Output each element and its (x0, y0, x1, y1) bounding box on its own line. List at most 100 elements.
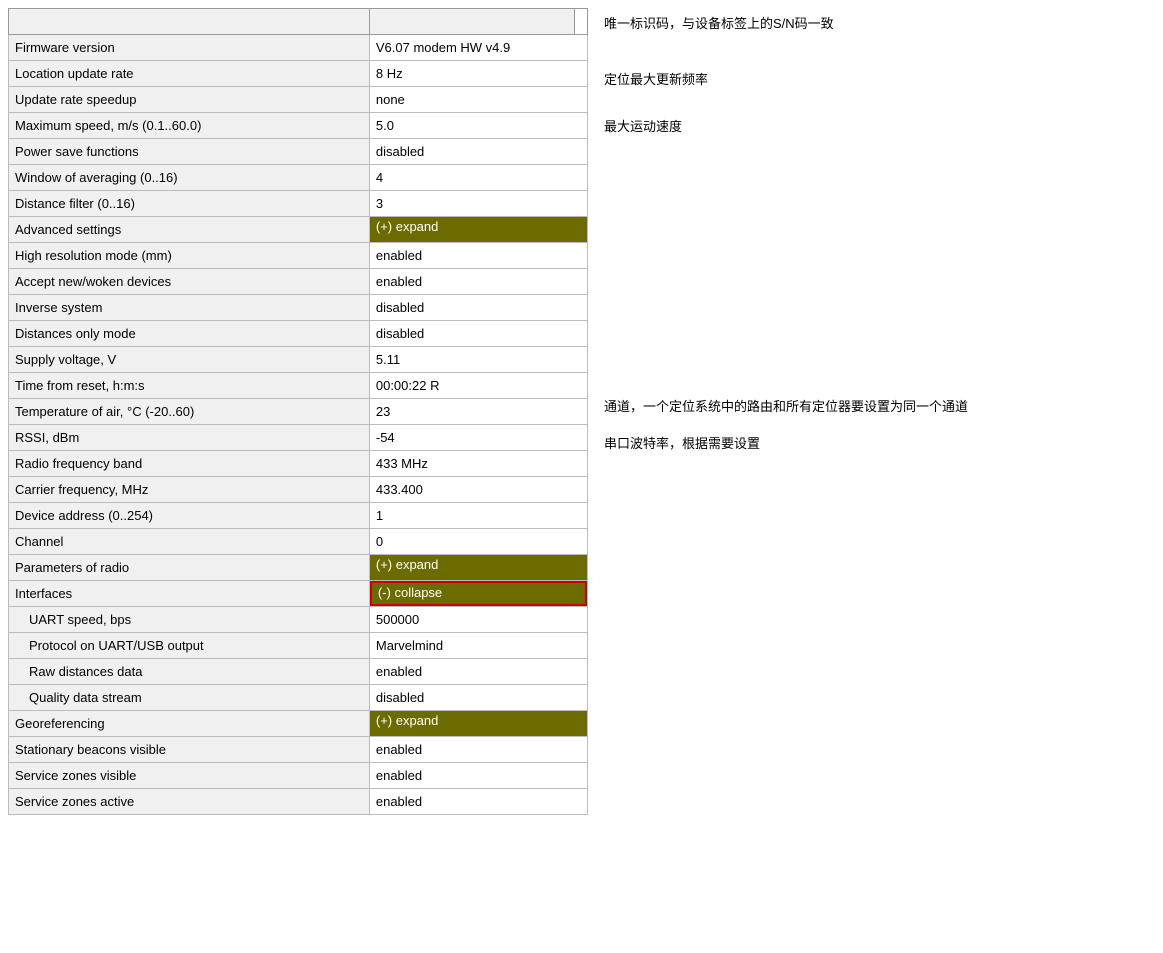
row-value: enabled (369, 737, 587, 763)
row-value: 8 Hz (369, 61, 587, 87)
table-row: Window of averaging (0..16)4 (9, 165, 588, 191)
table-row: Quality data streamdisabled (9, 685, 588, 711)
table-row: Service zones activeenabled (9, 789, 588, 815)
annotation-location-rate: 定位最大更新频率 (604, 70, 1155, 90)
row-label: Service zones active (9, 789, 370, 815)
table-row: Protocol on UART/USB outputMarvelmind (9, 633, 588, 659)
row-value: 00:00:22 R (369, 373, 587, 399)
settings-body: Firmware versionV6.07 modem HW v4.9Locat… (9, 35, 588, 815)
row-value[interactable]: (+) expand (369, 711, 587, 737)
row-label: Supply voltage, V (9, 347, 370, 373)
row-value: disabled (369, 321, 587, 347)
table-section: Firmware versionV6.07 modem HW v4.9Locat… (8, 8, 588, 815)
table-row: UART speed, bps500000 (9, 607, 588, 633)
row-label: Distances only mode (9, 321, 370, 347)
row-label: Stationary beacons visible (9, 737, 370, 763)
table-row: Supply voltage, V5.11 (9, 347, 588, 373)
row-value: enabled (369, 789, 587, 815)
row-label: Temperature of air, °C (-20..60) (9, 399, 370, 425)
row-value: disabled (369, 685, 587, 711)
table-row: Advanced settings(+) expand (9, 217, 588, 243)
row-label: Parameters of radio (9, 555, 370, 581)
row-label: RSSI, dBm (9, 425, 370, 451)
copy-to-clipboard-button[interactable] (369, 9, 574, 35)
row-value: enabled (369, 763, 587, 789)
row-label: Advanced settings (9, 217, 370, 243)
row-value: 5.11 (369, 347, 587, 373)
row-value: enabled (369, 243, 587, 269)
row-label: Location update rate (9, 61, 370, 87)
table-row: Channel0 (9, 529, 588, 555)
collapse-button[interactable]: (-) collapse (370, 581, 587, 606)
table-row: Distances only modedisabled (9, 321, 588, 347)
row-label: Protocol on UART/USB output (9, 633, 370, 659)
row-label: Channel (9, 529, 370, 555)
annotation-uart-speed: 串口波特率，根据需要设置 (604, 434, 1155, 454)
expand-button[interactable]: (+) expand (370, 217, 587, 242)
row-value: disabled (369, 295, 587, 321)
row-label: Window of averaging (0..16) (9, 165, 370, 191)
row-value: Marvelmind (369, 633, 587, 659)
row-label: Maximum speed, m/s (0.1..60.0) (9, 113, 370, 139)
table-row: Inverse systemdisabled (9, 295, 588, 321)
row-value[interactable]: (+) expand (369, 217, 587, 243)
table-row: Raw distances dataenabled (9, 659, 588, 685)
row-label: Device address (0..254) (9, 503, 370, 529)
table-row: Power save functionsdisabled (9, 139, 588, 165)
row-value: 23 (369, 399, 587, 425)
row-label: Service zones visible (9, 763, 370, 789)
row-label: Interfaces (9, 581, 370, 607)
row-value: 0 (369, 529, 587, 555)
annotation-max-speed: 最大运动速度 (604, 117, 1155, 137)
table-row: Radio frequency band433 MHz (9, 451, 588, 477)
row-value: disabled (369, 139, 587, 165)
cpu-id-value (575, 9, 588, 35)
row-value: none (369, 87, 587, 113)
row-label: Georeferencing (9, 711, 370, 737)
table-row: Service zones visibleenabled (9, 763, 588, 789)
row-label: Raw distances data (9, 659, 370, 685)
page-wrapper: Firmware versionV6.07 modem HW v4.9Locat… (0, 0, 1163, 823)
row-label: Inverse system (9, 295, 370, 321)
table-row: Interfaces(-) collapse (9, 581, 588, 607)
annotations-section: 唯一标识码，与设备标签上的S/N码一致 定位最大更新频率 最大运动速度 通道，一… (604, 8, 1155, 815)
row-label: Power save functions (9, 139, 370, 165)
table-row: Time from reset, h:m:s00:00:22 R (9, 373, 588, 399)
row-label: High resolution mode (mm) (9, 243, 370, 269)
row-value: -54 (369, 425, 587, 451)
row-value: 3 (369, 191, 587, 217)
table-row: High resolution mode (mm)enabled (9, 243, 588, 269)
row-value[interactable]: (+) expand (369, 555, 587, 581)
expand-button[interactable]: (+) expand (370, 711, 587, 736)
table-row: Firmware versionV6.07 modem HW v4.9 (9, 35, 588, 61)
header-row (9, 9, 588, 35)
table-row: RSSI, dBm-54 (9, 425, 588, 451)
table-row: Location update rate8 Hz (9, 61, 588, 87)
row-value: 5.0 (369, 113, 587, 139)
table-row: Parameters of radio(+) expand (9, 555, 588, 581)
row-value: 1 (369, 503, 587, 529)
annotation-cpu-id: 唯一标识码，与设备标签上的S/N码一致 (604, 14, 1155, 34)
row-label: Accept new/woken devices (9, 269, 370, 295)
row-label: UART speed, bps (9, 607, 370, 633)
row-value: 500000 (369, 607, 587, 633)
table-row: Accept new/woken devicesenabled (9, 269, 588, 295)
row-label: Quality data stream (9, 685, 370, 711)
table-row: Carrier frequency, MHz433.400 (9, 477, 588, 503)
expand-button[interactable]: (+) expand (370, 555, 587, 580)
row-value: enabled (369, 269, 587, 295)
row-value: 4 (369, 165, 587, 191)
row-label: Carrier frequency, MHz (9, 477, 370, 503)
table-row: Update rate speedupnone (9, 87, 588, 113)
annotation-channel: 通道，一个定位系统中的路由和所有定位器要设置为同一个通道 (604, 397, 1155, 417)
row-value: enabled (369, 659, 587, 685)
row-value[interactable]: (-) collapse (369, 581, 587, 607)
table-row: Distance filter (0..16)3 (9, 191, 588, 217)
table-row: Device address (0..254)1 (9, 503, 588, 529)
row-label: Radio frequency band (9, 451, 370, 477)
cpu-id-label (9, 9, 370, 35)
table-row: Georeferencing(+) expand (9, 711, 588, 737)
settings-table: Firmware versionV6.07 modem HW v4.9Locat… (8, 8, 588, 815)
row-label: Update rate speedup (9, 87, 370, 113)
row-label: Firmware version (9, 35, 370, 61)
